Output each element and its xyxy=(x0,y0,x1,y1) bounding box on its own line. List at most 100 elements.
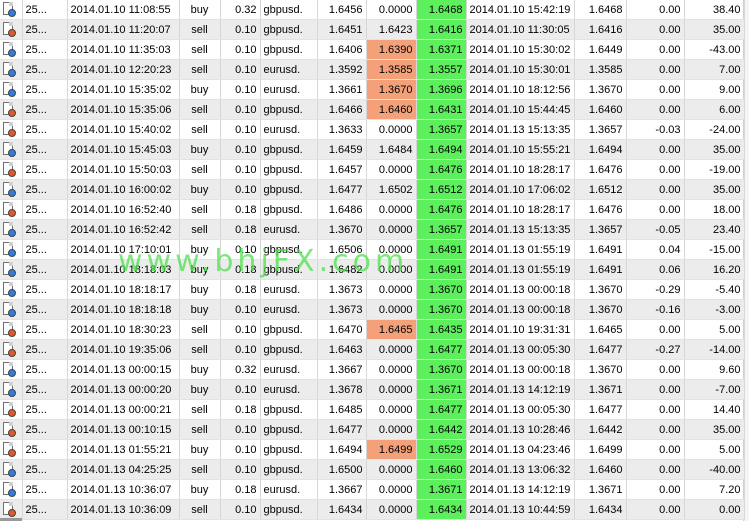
cell-close-time: 2014.01.13 00:00:18 xyxy=(466,279,575,300)
table-row[interactable]: 25... 2014.01.10 16:52:42 sell 0.18 eurusd. 1… xyxy=(0,219,745,240)
cell-profit: 9.60 xyxy=(684,359,745,380)
cell-close-price: 1.3671 xyxy=(574,479,627,500)
row-icon-cell xyxy=(0,259,23,280)
cell-symbol: gbpusd. xyxy=(260,239,318,260)
table-row[interactable]: 25... 2014.01.10 18:18:03 buy 0.18 gbpusd. 1.… xyxy=(0,259,745,280)
cell-size: 0.10 xyxy=(220,339,261,360)
cell-close-price: 1.6476 xyxy=(574,159,627,180)
table-row[interactable]: 25... 2014.01.10 15:50:03 sell 0.10 gbpusd. 1… xyxy=(0,159,745,180)
cell-open-price: 1.6406 xyxy=(317,39,367,60)
cell-sl: 0.0000 xyxy=(366,259,417,280)
cell-profit: 6.00 xyxy=(684,99,745,120)
cell-swap: 0.00 xyxy=(626,459,685,480)
cell-profit: -14.00 xyxy=(684,339,745,360)
cell-type: buy xyxy=(179,179,221,200)
cell-symbol: eurusd. xyxy=(260,479,318,500)
table-row[interactable]: 25... 2014.01.10 11:08:55 buy 0.32 gbpusd. 1.… xyxy=(0,0,745,20)
cell-ticket: 25... xyxy=(22,79,68,100)
cell-swap: 0.00 xyxy=(626,399,685,420)
order-sell-icon xyxy=(2,341,16,358)
cell-open-time: 2014.01.10 18:30:23 xyxy=(67,319,180,340)
cell-close-time: 2014.01.13 01:55:19 xyxy=(466,259,575,280)
table-row[interactable]: 25... 2014.01.13 00:10:15 sell 0.10 gbpusd. 1… xyxy=(0,419,745,440)
cell-profit: 16.20 xyxy=(684,259,745,280)
table-row[interactable]: 25... 2014.01.10 18:18:17 buy 0.18 eurusd. 1.… xyxy=(0,279,745,300)
cell-open-time: 2014.01.10 16:52:40 xyxy=(67,199,180,220)
cell-close-time: 2014.01.10 15:30:02 xyxy=(466,39,575,60)
cell-sl: 0.0000 xyxy=(366,279,417,300)
cell-type: buy xyxy=(179,259,221,280)
cell-open-price: 1.6494 xyxy=(317,439,367,460)
row-icon-cell xyxy=(0,139,23,160)
cell-swap: 0.00 xyxy=(626,319,685,340)
cell-ticket: 25... xyxy=(22,199,68,220)
row-icon-cell xyxy=(0,339,23,360)
cell-tp: 1.6431 xyxy=(416,99,467,120)
cell-close-price: 1.6449 xyxy=(574,39,627,60)
table-row[interactable]: 25... 2014.01.13 10:36:07 buy 0.18 eurusd. 1.… xyxy=(0,479,745,500)
table-row[interactable]: 25... 2014.01.13 00:00:20 buy 0.10 eurusd. 1.… xyxy=(0,379,745,400)
cell-open-time: 2014.01.10 17:10:01 xyxy=(67,239,180,260)
table-row[interactable]: 25... 2014.01.10 16:52:40 sell 0.18 gbpusd. 1… xyxy=(0,199,745,220)
table-row[interactable]: 25... 2014.01.10 18:18:18 buy 0.10 eurusd. 1.… xyxy=(0,299,745,320)
cell-sl: 0.0000 xyxy=(366,339,417,360)
cell-tp: 1.3671 xyxy=(416,379,467,400)
cell-type: buy xyxy=(179,439,221,460)
table-row[interactable]: 25... 2014.01.10 12:20:23 sell 0.10 eurusd. 1… xyxy=(0,59,745,80)
order-sell-icon xyxy=(2,501,16,518)
cell-swap: 0.00 xyxy=(626,79,685,100)
cell-open-price: 1.3673 xyxy=(317,279,367,300)
cell-profit: 7.00 xyxy=(684,59,745,80)
row-icon-cell xyxy=(0,379,23,400)
cell-sl: 0.0000 xyxy=(366,499,417,520)
table-row[interactable]: 25... 2014.01.13 04:25:25 sell 0.10 gbpusd. 1… xyxy=(0,459,745,480)
cell-close-price: 1.3670 xyxy=(574,359,627,380)
cell-symbol: gbpusd. xyxy=(260,99,318,120)
cell-swap: 0.00 xyxy=(626,159,685,180)
table-row[interactable]: 25... 2014.01.10 16:00:02 buy 0.10 gbpusd. 1.… xyxy=(0,179,745,200)
cell-tp: 1.6477 xyxy=(416,339,467,360)
cell-close-time: 2014.01.13 01:55:19 xyxy=(466,239,575,260)
cell-size: 0.18 xyxy=(220,259,261,280)
cell-tp: 1.6512 xyxy=(416,179,467,200)
cell-close-time: 2014.01.13 10:28:46 xyxy=(466,419,575,440)
cell-open-price: 1.6457 xyxy=(317,159,367,180)
table-row[interactable]: 25... 2014.01.13 01:55:21 buy 0.10 gbpusd. 1.… xyxy=(0,439,745,460)
order-sell-icon xyxy=(2,101,16,118)
order-buy-icon xyxy=(2,1,16,18)
table-row[interactable]: 25... 2014.01.10 15:45:03 buy 0.10 gbpusd. 1.… xyxy=(0,139,745,160)
cell-open-time: 2014.01.10 15:35:06 xyxy=(67,99,180,120)
table-row[interactable]: 25... 2014.01.10 15:35:06 sell 0.10 gbpusd. 1… xyxy=(0,99,745,120)
cell-tp: 1.3670 xyxy=(416,299,467,320)
order-buy-icon xyxy=(2,81,16,98)
table-row[interactable]: 25... 2014.01.13 00:00:15 buy 0.32 eurusd. 1.… xyxy=(0,359,745,380)
cell-profit: 35.00 xyxy=(684,19,745,40)
cell-close-time: 2014.01.13 00:05:30 xyxy=(466,399,575,420)
cell-symbol: gbpusd. xyxy=(260,499,318,520)
table-row[interactable]: 25... 2014.01.10 18:30:23 sell 0.10 gbpusd. 1… xyxy=(0,319,745,340)
row-icon-cell xyxy=(0,299,23,320)
table-row[interactable]: 25... 2014.01.10 15:40:02 sell 0.10 eurusd. 1… xyxy=(0,119,745,140)
table-row[interactable]: 25... 2014.01.13 00:00:21 sell 0.18 gbpusd. 1… xyxy=(0,399,745,420)
table-row[interactable]: 25... 2014.01.10 19:35:06 sell 0.10 gbpusd. 1… xyxy=(0,339,745,360)
cell-symbol: gbpusd. xyxy=(260,0,318,20)
cell-swap: 0.00 xyxy=(626,479,685,500)
cell-close-price: 1.6512 xyxy=(574,179,627,200)
table-row[interactable]: 25... 2014.01.13 10:36:09 sell 0.10 gbpusd. 1… xyxy=(0,499,745,520)
order-buy-icon xyxy=(2,181,16,198)
table-row[interactable]: 25... 2014.01.10 11:20:07 sell 0.10 gbpusd. 1… xyxy=(0,19,745,40)
table-row[interactable]: 25... 2014.01.10 11:35:03 sell 0.10 gbpusd. 1… xyxy=(0,39,745,60)
cell-sl: 1.6465 xyxy=(366,319,417,340)
cell-open-time: 2014.01.10 11:35:03 xyxy=(67,39,180,60)
cell-close-time: 2014.01.13 15:13:35 xyxy=(466,119,575,140)
cell-open-price: 1.3678 xyxy=(317,379,367,400)
order-sell-icon xyxy=(2,421,16,438)
table-row[interactable]: 25... 2014.01.10 17:10:01 buy 0.10 gbpusd. 1.… xyxy=(0,239,745,260)
cell-swap: 0.00 xyxy=(626,419,685,440)
cell-swap: 0.00 xyxy=(626,0,685,20)
cell-swap: 0.00 xyxy=(626,499,685,520)
table-row[interactable]: 25... 2014.01.10 15:35:02 buy 0.10 eurusd. 1.… xyxy=(0,79,745,100)
cell-ticket: 25... xyxy=(22,439,68,460)
cell-open-time: 2014.01.13 04:25:25 xyxy=(67,459,180,480)
cell-open-price: 1.6466 xyxy=(317,99,367,120)
